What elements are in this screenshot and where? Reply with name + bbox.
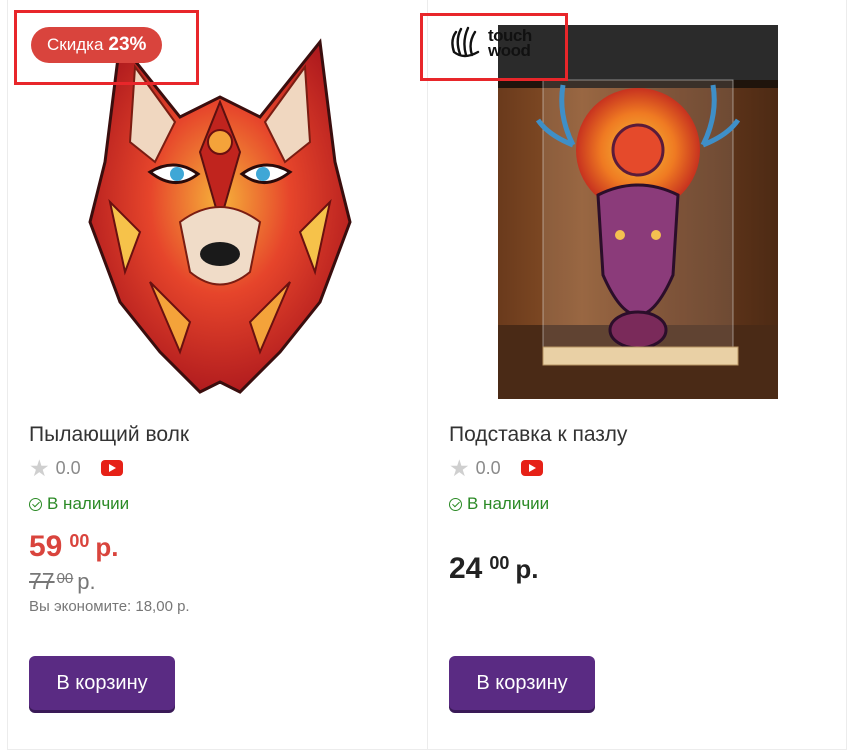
add-to-cart-button[interactable]: В корзину	[29, 656, 175, 710]
star-icon[interactable]: ★	[29, 457, 50, 480]
price-decimal: 00	[489, 553, 510, 573]
rating: ★ 0.0	[29, 457, 123, 480]
product-image[interactable]	[498, 25, 778, 399]
stock-label: В наличии	[467, 494, 550, 513]
stock-label: В наличии	[47, 494, 130, 513]
check-circle-icon	[29, 497, 42, 511]
rating-value: 0.0	[475, 457, 501, 478]
price-integer: 24	[449, 552, 483, 585]
highlight-box	[420, 13, 568, 81]
highlight-box	[14, 10, 199, 85]
stock-status: В наличии	[29, 494, 129, 514]
product-image-area[interactable]: Скидка 23%	[8, 0, 428, 410]
add-to-cart-button[interactable]: В корзину	[449, 656, 595, 710]
savings-text: Вы экономите: 18,00 р.	[29, 598, 190, 615]
rating-value: 0.0	[55, 457, 81, 478]
price: 24 00 р.	[449, 552, 539, 586]
old-price-integer: 77	[29, 568, 55, 594]
old-price-decimal: 00	[56, 570, 74, 587]
old-price-currency: р.	[77, 569, 96, 594]
product-image-area[interactable]: touch wood	[420, 0, 848, 410]
star-icon[interactable]: ★	[449, 457, 470, 480]
price-integer: 59	[29, 530, 63, 563]
price-decimal: 00	[69, 531, 90, 551]
old-price: 77 00 р.	[29, 568, 96, 595]
product-title[interactable]: Пылающий волк	[29, 423, 189, 447]
product-card: touch wood Подставка к пазлу ★ 0.0 В нал…	[420, 0, 848, 750]
price: 59 00 р.	[29, 530, 119, 564]
check-circle-icon	[449, 497, 462, 511]
price-currency: р.	[95, 532, 119, 562]
product-title[interactable]: Подставка к пазлу	[449, 423, 627, 447]
stock-status: В наличии	[449, 494, 549, 514]
rating: ★ 0.0	[449, 457, 543, 480]
price-currency: р.	[515, 554, 539, 584]
youtube-icon[interactable]	[520, 460, 543, 476]
product-card: Скидка 23% Пылающий волк ★ 0.0 В наличии…	[7, 0, 427, 750]
youtube-icon[interactable]	[100, 460, 123, 476]
